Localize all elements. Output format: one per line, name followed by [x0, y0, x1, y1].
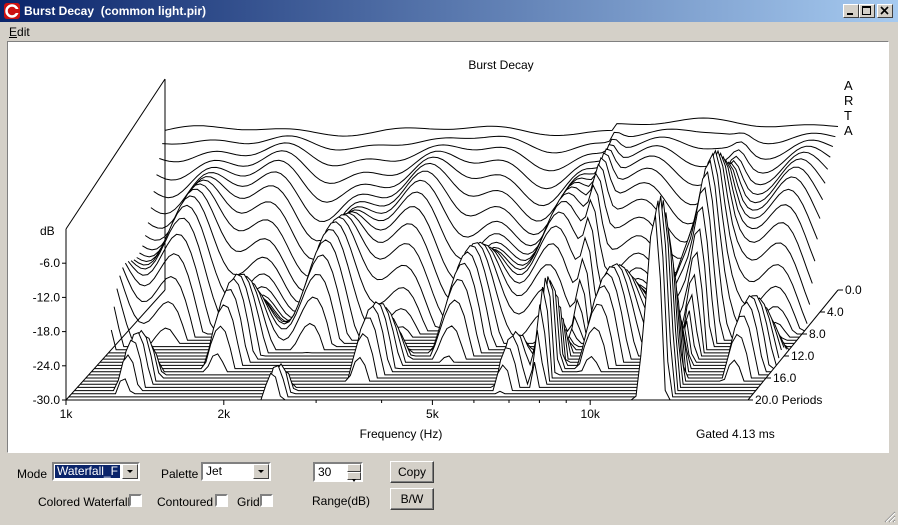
z-tick-label: 20.0 Periods — [755, 393, 822, 407]
minimize-button[interactable] — [843, 4, 859, 18]
arta-letter-a2: A — [844, 123, 853, 138]
y-tick-label: -30.0 — [33, 393, 61, 407]
x-axis-label: Frequency (Hz) — [360, 427, 443, 441]
window-title: Burst Decay (common light.pir) — [24, 4, 207, 18]
range-down-button[interactable] — [347, 472, 361, 482]
x-axis-ticks: 1k 2k 5k 10k — [60, 400, 601, 421]
palette-label: Palette — [161, 467, 199, 481]
close-icon — [880, 6, 889, 15]
range-label: Range(dB) — [312, 494, 371, 508]
copy-button[interactable]: Copy — [390, 461, 434, 483]
plot-area: -6.0 -12.0 -18.0 -24.0 -30.0 1k 2k 5k 10k 0.0 4.… — [7, 41, 889, 453]
bw-button[interactable]: B/W — [390, 488, 434, 510]
y-tick-label: -24.0 — [33, 359, 61, 373]
mode-dropdown-button[interactable] — [122, 464, 138, 479]
gated-label: Gated 4.13 ms — [696, 427, 775, 441]
x-tick-label: 1k — [60, 407, 74, 421]
plot-title: Burst Decay — [468, 58, 533, 72]
z-tick-label: 16.0 — [773, 371, 797, 385]
maximize-button[interactable] — [859, 4, 875, 18]
range-value: 30 — [318, 465, 332, 479]
menu-edit-accelerator: E — [9, 25, 18, 39]
z-tick-label: 12.0 — [791, 349, 815, 363]
y-tick-label: -18.0 — [33, 325, 61, 339]
contoured-checkbox[interactable] — [215, 494, 228, 507]
menu-edit[interactable]: Edit — [9, 25, 30, 39]
x-tick-label: 5k — [426, 407, 440, 421]
z-tick-label: 8.0 — [809, 327, 826, 341]
menu-bar: Edit — [0, 22, 898, 40]
chevron-down-icon — [352, 479, 356, 482]
range-stepper[interactable]: 30 — [313, 462, 363, 482]
arta-app-icon — [4, 3, 20, 19]
mode-value: Waterfall_F — [55, 465, 120, 478]
arta-letter-a1: A — [844, 78, 853, 93]
x-tick-label: 2k — [217, 407, 231, 421]
colored-waterfall-checkbox[interactable] — [129, 494, 142, 507]
chevron-down-icon — [127, 470, 133, 473]
palette-dropdown-button[interactable] — [253, 464, 269, 479]
palette-select[interactable]: Jet — [201, 462, 271, 481]
y-axis-label: dB — [40, 224, 55, 238]
x-tick-label: 10k — [581, 407, 601, 421]
range-up-button[interactable] — [347, 464, 361, 475]
menu-edit-label: dit — [17, 25, 30, 39]
chevron-down-icon — [258, 470, 264, 473]
close-button[interactable] — [877, 4, 893, 18]
contoured-label: Contoured — [157, 495, 214, 509]
arta-watermark: A R T A — [844, 78, 853, 138]
palette-value: Jet — [206, 465, 223, 478]
y-tick-label: -6.0 — [39, 256, 60, 270]
resize-grip-icon[interactable] — [884, 511, 896, 523]
waterfall-plot: -6.0 -12.0 -18.0 -24.0 -30.0 1k 2k 5k 10k 0.04.… — [33, 58, 862, 441]
mode-label: Mode — [17, 467, 48, 481]
mode-select[interactable]: Waterfall_F — [52, 462, 140, 481]
maximize-icon — [862, 6, 871, 15]
y-tick-label: -12.0 — [33, 290, 61, 304]
title-bar[interactable]: Burst Decay (common light.pir) — [0, 0, 898, 22]
grid-label: Grid — [237, 495, 260, 509]
burst-decay-window: Burst Decay (common light.pir) Edit -6.0… — [0, 0, 898, 525]
waterfall-traces — [66, 117, 839, 401]
colored-waterfall-label: Colored Waterfall — [38, 495, 131, 509]
arta-letter-t: T — [844, 108, 852, 123]
minimize-icon — [847, 13, 853, 15]
arta-letter-r: R — [844, 93, 853, 108]
back-left-edge — [65, 78, 166, 230]
z-tick-label: 4.0 — [827, 305, 844, 319]
grid-checkbox[interactable] — [260, 494, 273, 507]
y-axis-ticks: -6.0 -12.0 -18.0 -24.0 -30.0 — [33, 256, 66, 407]
z-tick-label: 0.0 — [845, 283, 862, 297]
